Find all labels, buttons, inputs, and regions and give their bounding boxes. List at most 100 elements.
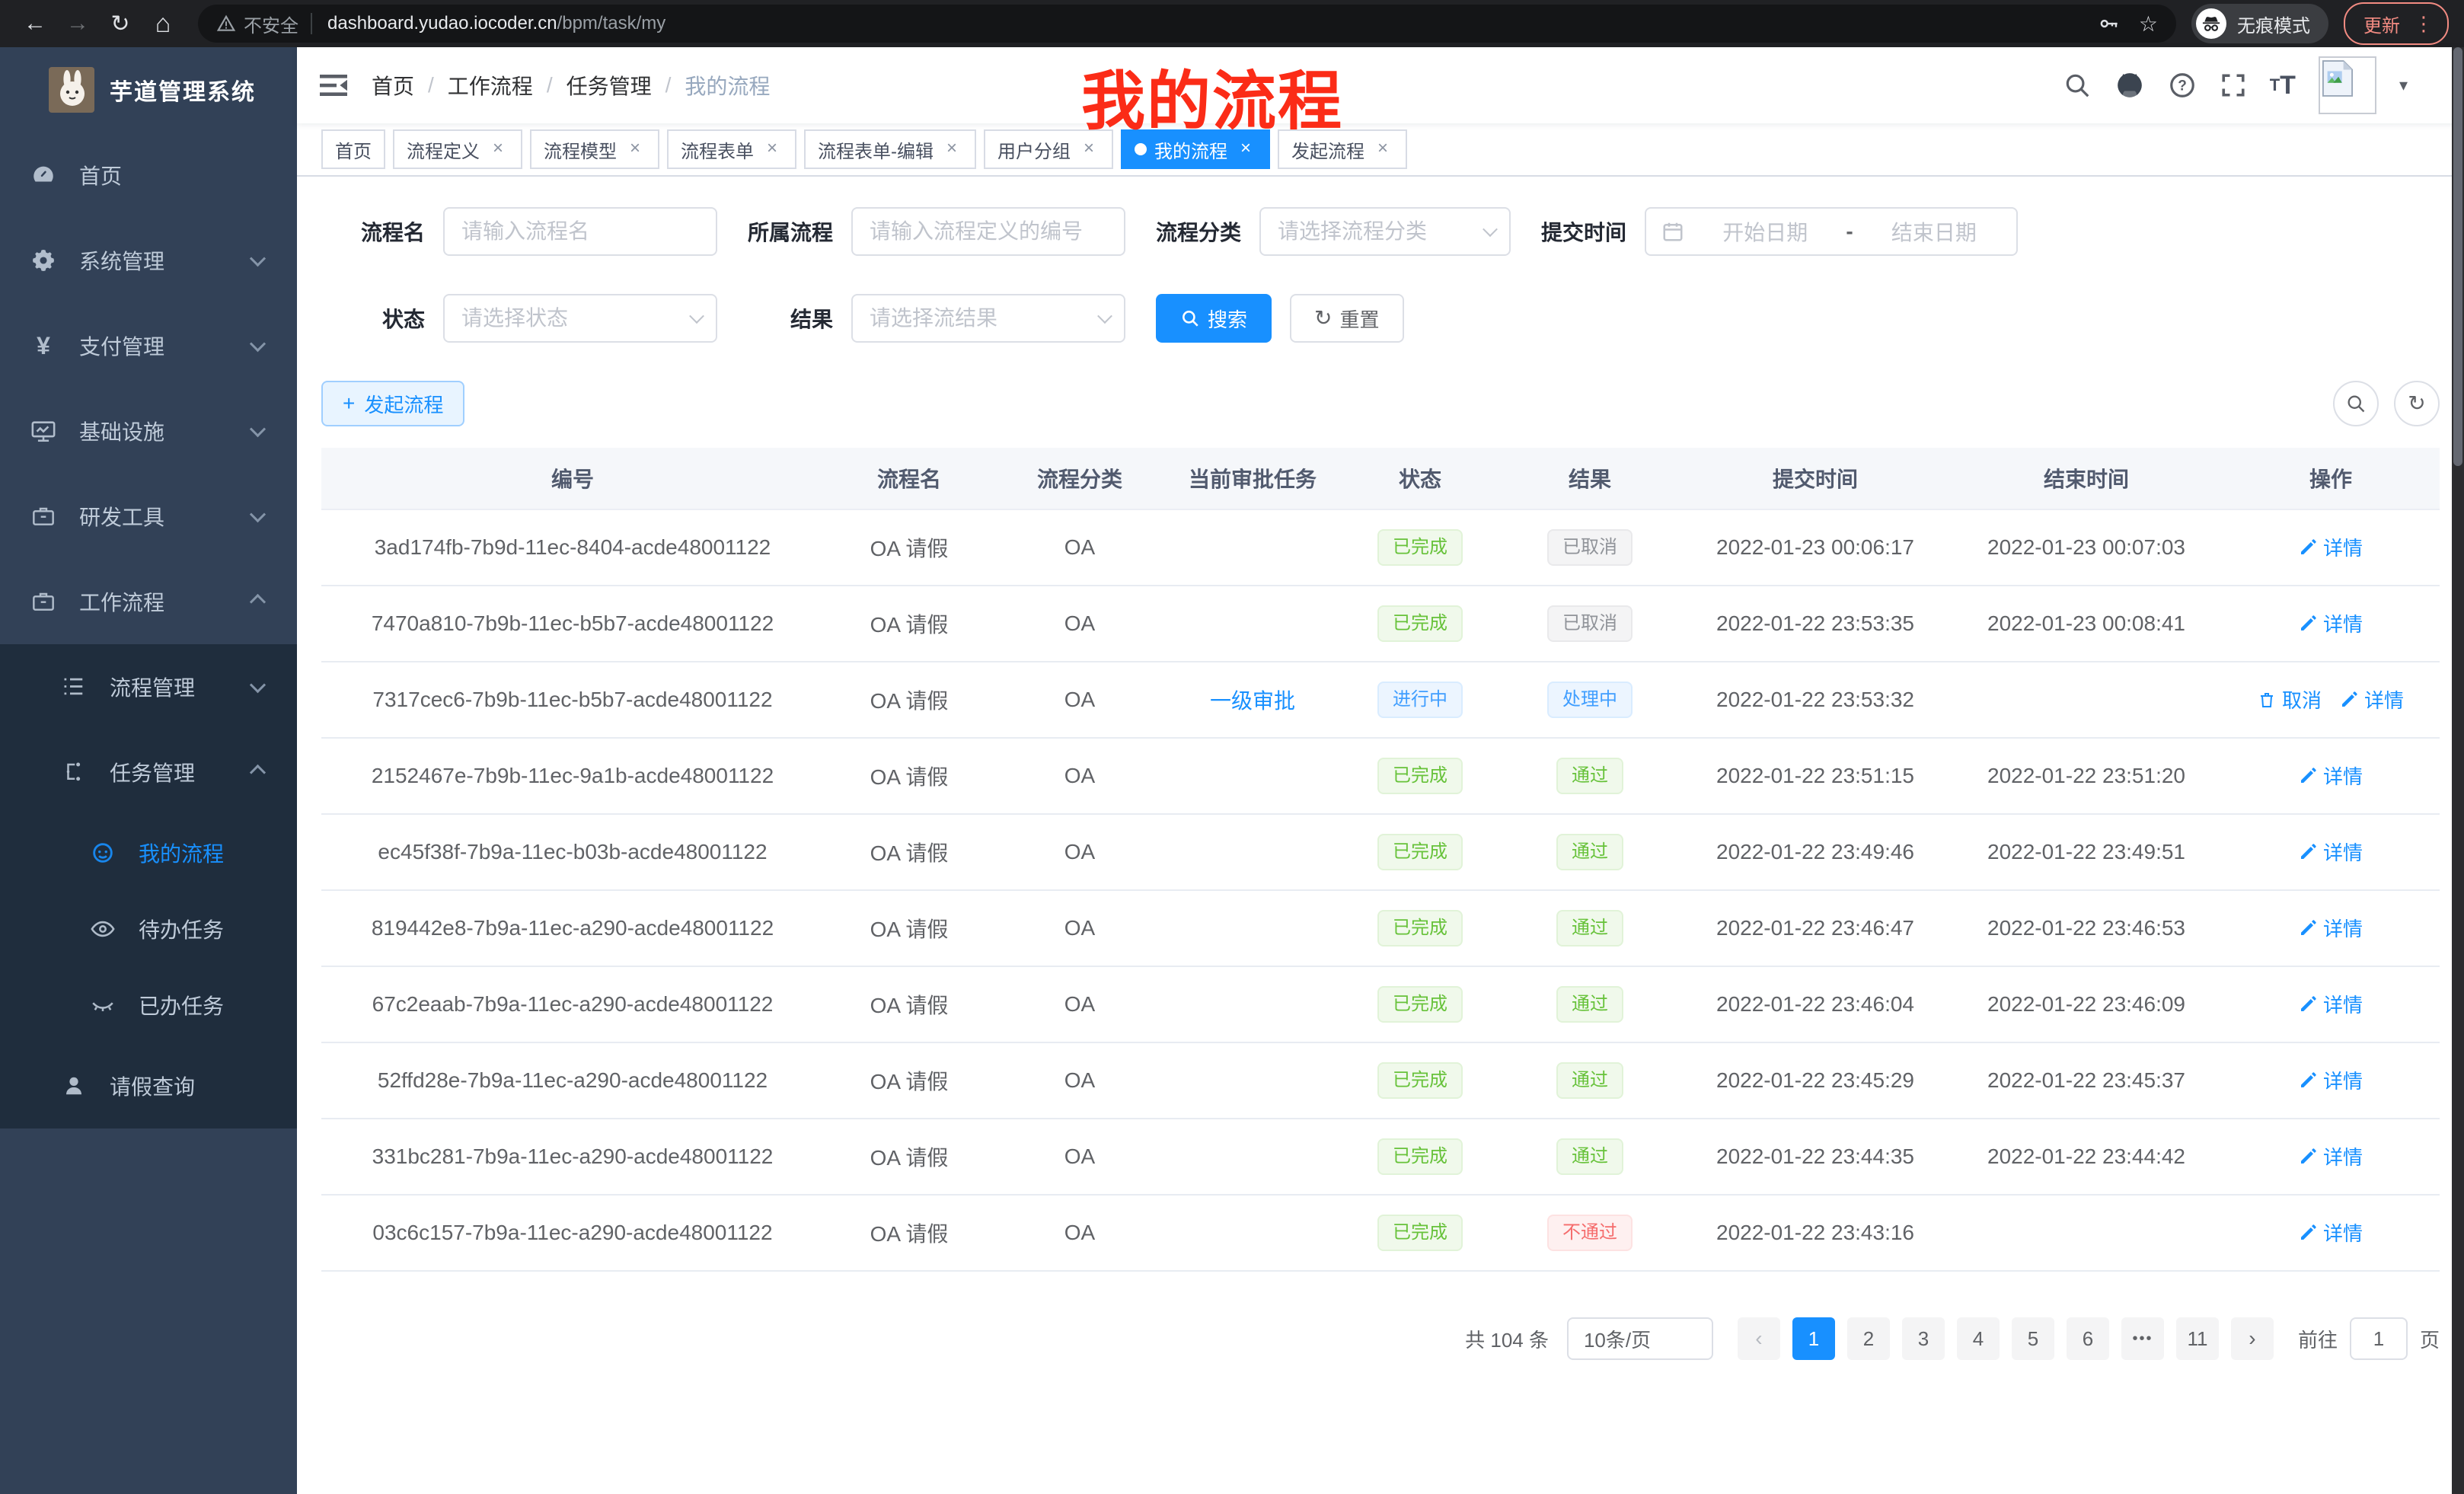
sidebar-item-system[interactable]: 系统管理: [0, 218, 297, 303]
detail-button[interactable]: 详情: [2299, 1218, 2363, 1247]
key-icon[interactable]: [2098, 12, 2121, 35]
sidebar-item-infra[interactable]: 基础设施: [0, 388, 297, 474]
more-pages-button[interactable]: •••: [2121, 1317, 2164, 1360]
broken-image-icon: [2322, 59, 2354, 97]
status-select[interactable]: [443, 294, 717, 343]
detail-button[interactable]: 详情: [2340, 685, 2404, 713]
sidebar-item-process-mgmt[interactable]: 流程管理: [0, 644, 297, 729]
github-icon[interactable]: [2115, 70, 2145, 101]
tab-process-definition[interactable]: 流程定义×: [393, 129, 522, 169]
page-size-select[interactable]: 10条/页: [1567, 1317, 1713, 1360]
address-bar[interactable]: 不安全 dashboard.yudao.iocoder.cn/bpm/task/…: [198, 5, 2176, 43]
sidebar-item-home[interactable]: 首页: [0, 132, 297, 218]
page-button-2[interactable]: 2: [1847, 1317, 1890, 1360]
breadcrumb-home[interactable]: 首页: [372, 70, 414, 101]
security-label: 不安全: [244, 11, 298, 37]
eye-closed-icon: [90, 992, 116, 1018]
user-icon: [61, 1074, 87, 1097]
submit-time-range-picker[interactable]: 开始日期 - 结束日期: [1645, 207, 2018, 256]
close-icon[interactable]: ×: [941, 139, 962, 160]
scrollbar-thumb[interactable]: [2453, 47, 2462, 466]
gear-icon: [30, 248, 56, 273]
show-search-button[interactable]: [2333, 381, 2379, 426]
sidebar-item-devtools[interactable]: 研发工具: [0, 474, 297, 559]
goto-page-input[interactable]: [2350, 1317, 2408, 1360]
avatar[interactable]: [2319, 56, 2376, 114]
result-select[interactable]: [851, 294, 1125, 343]
cancel-button[interactable]: 取消: [2258, 685, 2322, 713]
sidebar-item-leave-query[interactable]: 请假查询: [0, 1043, 297, 1128]
search-icon[interactable]: [2063, 71, 2092, 100]
fullscreen-icon[interactable]: [2220, 72, 2247, 99]
close-icon[interactable]: ×: [1078, 139, 1100, 160]
sidebar-item-my-process[interactable]: 我的流程: [0, 815, 297, 891]
process-definition-input[interactable]: [851, 207, 1125, 256]
more-vertical-icon[interactable]: ⋮: [2414, 12, 2434, 36]
tab-my-process[interactable]: 我的流程×: [1121, 129, 1270, 169]
breadcrumb-task-mgmt[interactable]: 任务管理: [567, 70, 652, 101]
breadcrumb-workflow[interactable]: 工作流程: [448, 70, 533, 101]
process-name-input[interactable]: [443, 207, 717, 256]
tab-start-process[interactable]: 发起流程×: [1278, 129, 1407, 169]
process-category-select[interactable]: [1259, 207, 1511, 256]
close-icon[interactable]: ×: [1372, 139, 1393, 160]
collapse-sidebar-icon[interactable]: [320, 73, 347, 97]
bookmark-star-icon[interactable]: ☆: [2139, 11, 2158, 37]
back-icon[interactable]: ←: [15, 4, 55, 43]
help-icon[interactable]: ?: [2168, 71, 2197, 100]
tree-icon: [61, 675, 87, 698]
page-button-1[interactable]: 1: [1792, 1317, 1835, 1360]
briefcase-icon: [30, 589, 56, 614]
close-icon[interactable]: ×: [624, 139, 646, 160]
cell-category: OA: [994, 966, 1165, 1042]
home-icon[interactable]: ⌂: [143, 4, 183, 43]
reload-icon[interactable]: ↻: [101, 4, 140, 43]
close-icon[interactable]: ×: [487, 139, 509, 160]
start-process-button[interactable]: + 发起流程: [321, 381, 464, 426]
status-badge: 进行中: [1377, 682, 1463, 718]
sidebar-item-todo-tasks[interactable]: 待办任务: [0, 891, 297, 967]
search-button[interactable]: 搜索: [1156, 294, 1272, 343]
prev-page-button[interactable]: ‹: [1738, 1317, 1780, 1360]
tab-process-form[interactable]: 流程表单×: [667, 129, 796, 169]
chevron-down-icon[interactable]: ▾: [2399, 75, 2408, 95]
page-button-3[interactable]: 3: [1902, 1317, 1945, 1360]
tab-home[interactable]: 首页: [321, 129, 385, 169]
font-size-icon[interactable]: TT: [2270, 72, 2296, 98]
end-date-placeholder[interactable]: 结束日期: [1867, 216, 2001, 247]
refresh-table-button[interactable]: ↻: [2394, 381, 2440, 426]
sidebar-item-workflow[interactable]: 工作流程: [0, 559, 297, 644]
eye-icon: [90, 916, 116, 942]
next-page-button[interactable]: ›: [2231, 1317, 2274, 1360]
sidebar-item-payment[interactable]: ¥ 支付管理: [0, 303, 297, 388]
sidebar-item-done-tasks[interactable]: 已办任务: [0, 967, 297, 1043]
page-button-11[interactable]: 11: [2176, 1317, 2219, 1360]
close-icon[interactable]: ×: [1235, 139, 1256, 160]
tab-process-model[interactable]: 流程模型×: [530, 129, 659, 169]
page-button-5[interactable]: 5: [2012, 1317, 2054, 1360]
status-label: 状态: [321, 303, 425, 334]
current-task-link[interactable]: 一级审批: [1210, 689, 1295, 713]
cell-end-time: 2022-01-22 23:46:53: [1951, 890, 2222, 966]
forward-icon[interactable]: →: [58, 4, 97, 43]
page-button-4[interactable]: 4: [1957, 1317, 2000, 1360]
tab-process-form-edit[interactable]: 流程表单-编辑×: [804, 129, 976, 169]
cell-id: 7470a810-7b9b-11ec-b5b7-acde48001122: [321, 586, 824, 662]
close-icon[interactable]: ×: [761, 139, 783, 160]
page-button-6[interactable]: 6: [2067, 1317, 2109, 1360]
detail-button[interactable]: 详情: [2299, 1066, 2363, 1094]
scrollbar[interactable]: [2452, 47, 2464, 1494]
detail-button[interactable]: 详情: [2299, 838, 2363, 866]
detail-button[interactable]: 详情: [2299, 914, 2363, 942]
detail-button[interactable]: 详情: [2299, 990, 2363, 1018]
start-date-placeholder[interactable]: 开始日期: [1698, 216, 1832, 247]
detail-button[interactable]: 详情: [2299, 533, 2363, 561]
search-icon: [1180, 308, 1200, 328]
reset-button[interactable]: ↻ 重置: [1290, 294, 1403, 343]
sidebar-item-task-mgmt[interactable]: 任务管理: [0, 729, 297, 815]
detail-button[interactable]: 详情: [2299, 609, 2363, 637]
update-button[interactable]: 更新 ⋮: [2344, 2, 2449, 45]
detail-button[interactable]: 详情: [2299, 761, 2363, 790]
detail-button[interactable]: 详情: [2299, 1142, 2363, 1170]
tab-user-group[interactable]: 用户分组×: [984, 129, 1113, 169]
